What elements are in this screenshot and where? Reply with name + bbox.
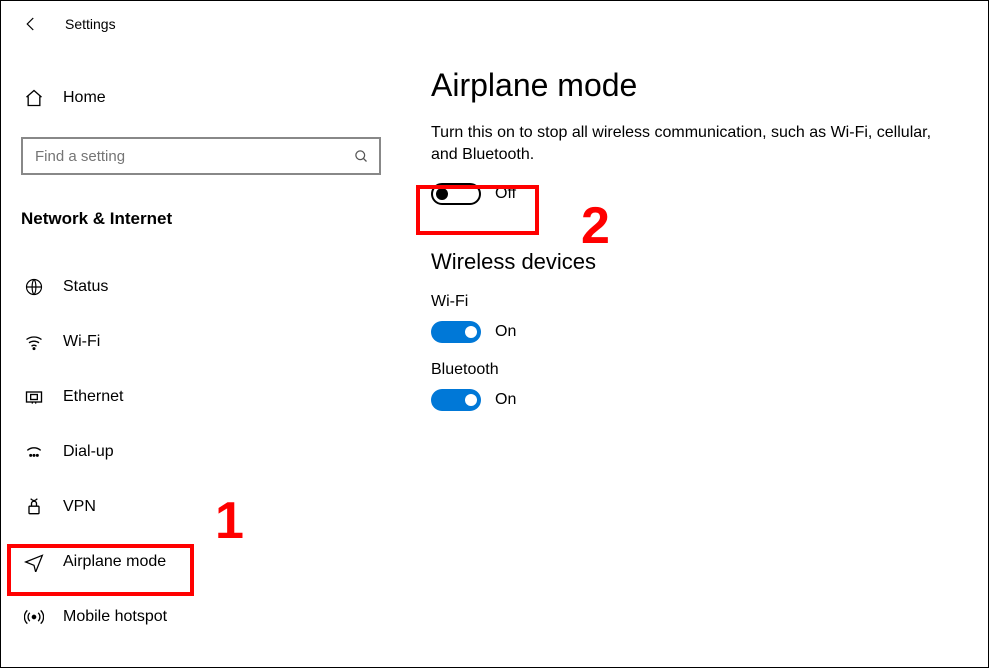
sidebar-item-label: Status [63,278,108,296]
sidebar-item-vpn[interactable]: VPN [21,479,381,534]
hotspot-icon [23,607,45,627]
wifi-device-label: Wi-Fi [431,293,958,311]
back-button[interactable] [11,4,51,44]
bluetooth-toggle-label: On [495,391,516,409]
sidebar-item-dialup[interactable]: Dial-up [21,424,381,479]
sidebar-item-label: Dial-up [63,443,114,461]
sidebar-item-label: VPN [63,498,96,516]
search-input[interactable] [33,147,333,166]
dialup-icon [23,442,45,462]
sidebar-item-label: Home [63,89,106,107]
sidebar-item-label: Wi-Fi [63,333,100,351]
sidebar-item-home[interactable]: Home [21,73,381,123]
ethernet-icon [23,387,45,407]
airplane-mode-toggle-label: Off [495,185,516,203]
search-icon [354,149,369,164]
airplane-icon [23,552,45,572]
app-title: Settings [65,16,116,32]
sidebar-item-label: Airplane mode [63,553,166,571]
airplane-mode-toggle[interactable] [431,183,481,205]
sidebar-item-airplane-mode[interactable]: Airplane mode [21,534,381,589]
page-title: Airplane mode [431,67,958,104]
wifi-toggle-label: On [495,323,516,341]
sidebar-item-label: Mobile hotspot [63,608,167,626]
sidebar-item-label: Ethernet [63,388,123,406]
wifi-icon [23,332,45,352]
sidebar-item-ethernet[interactable]: Ethernet [21,369,381,424]
sidebar-category: Network & Internet [21,209,381,229]
page-description: Turn this on to stop all wireless commun… [431,122,958,167]
vpn-icon [23,497,45,517]
sidebar-item-status[interactable]: Status [21,259,381,314]
globe-icon [23,277,45,297]
search-input-container[interactable] [21,137,381,175]
wifi-toggle[interactable] [431,321,481,343]
bluetooth-toggle[interactable] [431,389,481,411]
home-icon [23,88,45,108]
wireless-devices-title: Wireless devices [431,249,958,275]
bluetooth-device-label: Bluetooth [431,361,958,379]
sidebar-item-mobile-hotspot[interactable]: Mobile hotspot [21,589,381,644]
sidebar-item-wifi[interactable]: Wi-Fi [21,314,381,369]
